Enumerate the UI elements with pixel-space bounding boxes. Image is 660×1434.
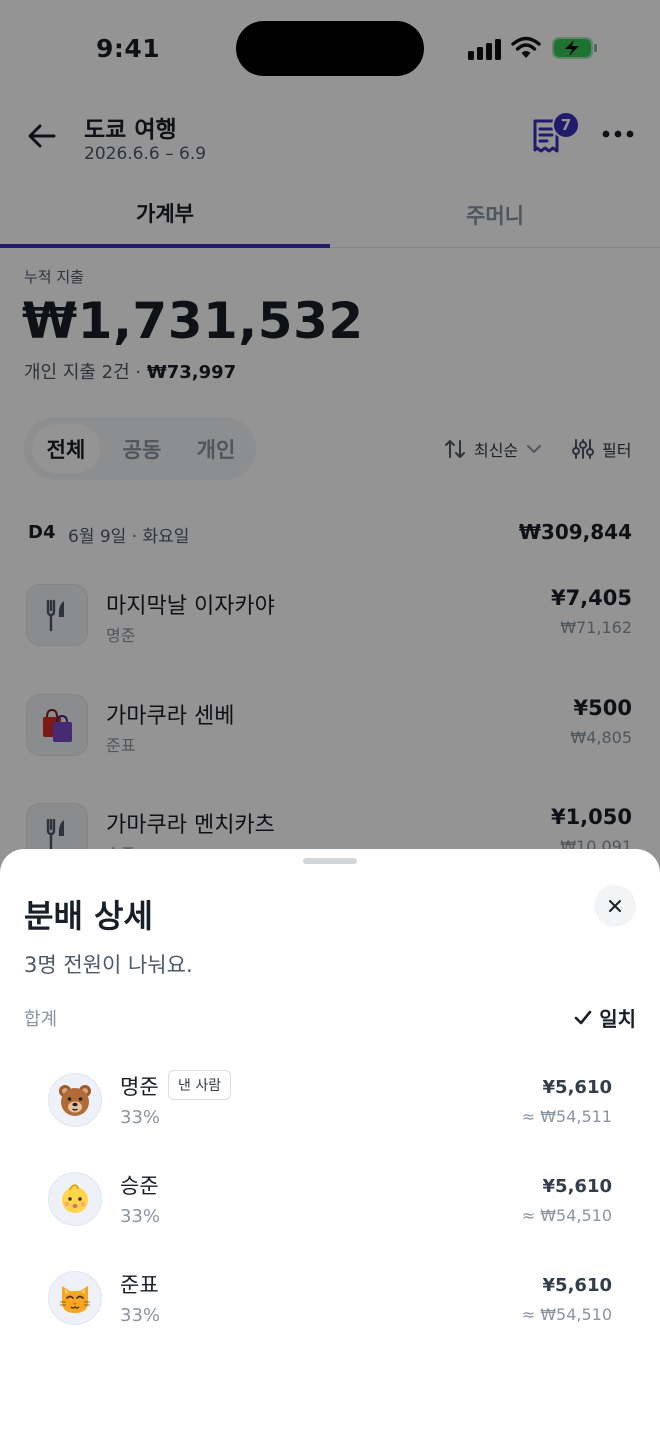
member-amount: ¥5,610	[542, 1077, 612, 1098]
member-share-percent: 33%	[120, 1206, 161, 1227]
match-label: 일치	[599, 1007, 636, 1031]
total-label: 합계	[24, 1009, 58, 1030]
member-row: 승준 33% ¥5,610 ≈ ₩54,510	[48, 1172, 612, 1242]
sheet-grabber[interactable]	[303, 858, 357, 864]
member-krw: ≈ ₩54,511	[521, 1107, 612, 1126]
match-status: 일치	[573, 1003, 636, 1032]
bear-icon	[48, 1073, 102, 1127]
sheet-subtitle: 3명 전원이 나눠요.	[24, 953, 193, 977]
sheet-title: 분배 상세	[24, 897, 153, 935]
member-name: 준표	[120, 1273, 159, 1297]
baby-icon	[48, 1172, 102, 1226]
cat-icon	[48, 1271, 102, 1325]
member-row: 준표 33% ¥5,610 ≈ ₩54,510	[48, 1271, 612, 1341]
member-row: 명준 낸 사람 33% ¥5,610 ≈ ₩54,511	[48, 1070, 612, 1143]
member-share-percent: 33%	[120, 1107, 161, 1128]
member-krw: ≈ ₩54,510	[521, 1206, 612, 1225]
member-name: 명준	[120, 1075, 159, 1099]
member-amount: ¥5,610	[542, 1275, 612, 1296]
member-krw: ≈ ₩54,510	[521, 1305, 612, 1324]
member-name: 승준	[120, 1174, 159, 1198]
close-button[interactable]	[594, 885, 636, 927]
member-amount: ¥5,610	[542, 1176, 612, 1197]
close-icon	[609, 900, 621, 912]
screen: 9:41 도쿄 여행 2026.6.6 – 6.9 7 가계부 주머니 누적 지…	[0, 0, 660, 1434]
split-detail-sheet: 분배 상세 3명 전원이 나눠요. 합계 일치 명준 낸 사람 33% ¥5,6…	[0, 849, 660, 1434]
check-icon	[574, 1010, 592, 1024]
payer-badge: 낸 사람	[168, 1070, 232, 1100]
member-share-percent: 33%	[120, 1305, 161, 1326]
